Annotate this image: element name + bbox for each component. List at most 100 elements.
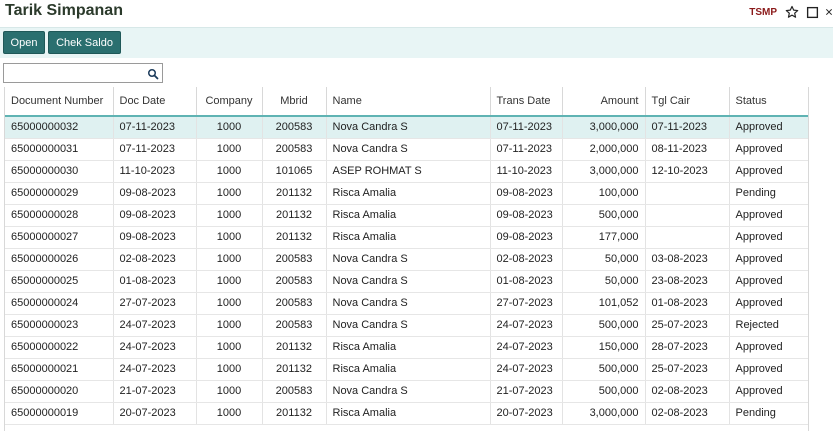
cell-doc-date: 07-11-2023 [113, 116, 197, 139]
cell-name: Risca Amalia [326, 226, 491, 249]
cell-doc-date: 02-08-2023 [113, 248, 197, 271]
table-row[interactable]: 65000000020 21-07-2023 1000 200583 Nova Cand… [5, 380, 808, 403]
cell-mbrid: 101065 [262, 160, 327, 183]
cell-trans-date: 20-07-2023 [490, 402, 563, 425]
cell-company: 1000 [196, 116, 263, 139]
cell-company: 1000 [196, 314, 263, 337]
cell-name: Risca Amalia [326, 358, 491, 381]
cell-document-number: 65000000030 [5, 160, 114, 183]
cell-tgl-cair: 23-08-2023 [645, 270, 730, 293]
cell-company: 1000 [196, 270, 263, 293]
cell-name: Nova Candra S [326, 314, 491, 337]
table-row[interactable]: 65000000019 20-07-2023 1000 201132 Risca Ama… [5, 402, 808, 425]
cell-trans-date: 01-08-2023 [490, 270, 563, 293]
cell-status: Approved [729, 226, 808, 249]
cell-name: Nova Candra S [326, 270, 491, 293]
cell-mbrid: 201132 [262, 226, 327, 249]
cell-status: Approved [729, 380, 808, 403]
cell-name: Risca Amalia [326, 336, 491, 359]
cell-tgl-cair: 12-10-2023 [645, 160, 730, 183]
search-icon[interactable] [147, 67, 159, 80]
column-header-amount[interactable]: Amount [562, 87, 646, 117]
table-row[interactable]: 65000000032 07-11-2023 1000 200583 Nova Cand… [5, 116, 808, 139]
cell-mbrid: 201132 [262, 204, 327, 227]
cell-mbrid: 200583 [262, 270, 327, 293]
chek-saldo-button[interactable]: Chek Saldo [48, 31, 121, 54]
column-header-mbrid[interactable]: Mbrid [262, 87, 327, 117]
column-header-document-number[interactable]: Document Number [5, 87, 114, 117]
cell-company: 1000 [196, 358, 263, 381]
column-header-name[interactable]: Name [326, 87, 491, 117]
cell-tgl-cair: 28-07-2023 [645, 336, 730, 359]
cell-amount: 500,000 [562, 204, 646, 227]
cell-doc-date: 09-08-2023 [113, 226, 197, 249]
cell-amount: 500,000 [562, 314, 646, 337]
star-icon[interactable] [785, 5, 799, 19]
column-header-status[interactable]: Status [729, 87, 808, 117]
cell-company: 1000 [196, 182, 263, 205]
table-row[interactable]: 65000000027 09-08-2023 1000 201132 Risca Ama… [5, 226, 808, 249]
cell-status: Approved [729, 358, 808, 381]
cell-tgl-cair: 25-07-2023 [645, 314, 730, 337]
page-header: Tarik Simpanan TSMP [0, 0, 833, 27]
cell-tgl-cair: 02-08-2023 [645, 380, 730, 403]
cell-trans-date: 09-08-2023 [490, 226, 563, 249]
cell-amount: 50,000 [562, 248, 646, 271]
cell-doc-date: 01-08-2023 [113, 270, 197, 293]
table-row[interactable]: 65000000031 07-11-2023 1000 200583 Nova Cand… [5, 138, 808, 161]
search-input[interactable] [6, 65, 144, 81]
column-header-company[interactable]: Company [196, 87, 263, 117]
cell-document-number: 65000000023 [5, 314, 114, 337]
table-row[interactable]: 65000000025 01-08-2023 1000 200583 Nova Cand… [5, 270, 808, 293]
search-box [3, 63, 163, 83]
table-row[interactable]: 65000000024 27-07-2023 1000 200583 Nova Cand… [5, 292, 808, 315]
table-row[interactable]: 65000000023 24-07-2023 1000 200583 Nova Cand… [5, 314, 808, 337]
cell-name: Risca Amalia [326, 204, 491, 227]
cell-amount: 3,000,000 [562, 402, 646, 425]
cell-doc-date: 27-07-2023 [113, 292, 197, 315]
close-icon[interactable] [825, 5, 833, 19]
cell-tgl-cair [645, 182, 730, 205]
cell-amount: 2,000,000 [562, 138, 646, 161]
cell-name: Risca Amalia [326, 182, 491, 205]
maximize-icon[interactable] [805, 5, 819, 19]
column-header-tgl-cair[interactable]: Tgl Cair [645, 87, 730, 117]
table-row[interactable]: 65000000021 24-07-2023 1000 201132 Risca Ama… [5, 358, 808, 381]
table-row[interactable]: 65000000026 02-08-2023 1000 200583 Nova Cand… [5, 248, 808, 271]
column-header-doc-date[interactable]: Doc Date [113, 87, 197, 117]
cell-mbrid: 200583 [262, 314, 327, 337]
cell-amount: 177,000 [562, 226, 646, 249]
table-row[interactable]: 65000000030 11-10-2023 1000 101065 ASEP ROHM… [5, 160, 808, 183]
cell-amount: 150,000 [562, 336, 646, 359]
cell-tgl-cair: 02-08-2023 [645, 402, 730, 425]
cell-document-number: 65000000032 [5, 116, 114, 139]
cell-trans-date: 21-07-2023 [490, 380, 563, 403]
cell-trans-date: 07-11-2023 [490, 138, 563, 161]
cell-doc-date: 07-11-2023 [113, 138, 197, 161]
cell-document-number: 65000000020 [5, 380, 114, 403]
open-button[interactable]: Open [3, 31, 45, 54]
cell-tgl-cair: 07-11-2023 [645, 116, 730, 139]
cell-name: Nova Candra S [326, 116, 491, 139]
table-row[interactable]: 65000000029 09-08-2023 1000 201132 Risca Ama… [5, 182, 808, 205]
cell-mbrid: 201132 [262, 402, 327, 425]
cell-doc-date: 21-07-2023 [113, 380, 197, 403]
cell-company: 1000 [196, 292, 263, 315]
header-actions: TSMP [749, 5, 833, 19]
cell-tgl-cair [645, 226, 730, 249]
cell-amount: 100,000 [562, 182, 646, 205]
cell-mbrid: 200583 [262, 380, 327, 403]
cell-tgl-cair: 08-11-2023 [645, 138, 730, 161]
cell-document-number: 65000000026 [5, 248, 114, 271]
table-row[interactable]: 65000000028 09-08-2023 1000 201132 Risca Ama… [5, 204, 808, 227]
cell-company: 1000 [196, 226, 263, 249]
cell-company: 1000 [196, 204, 263, 227]
cell-doc-date: 09-08-2023 [113, 204, 197, 227]
cell-name: ASEP ROHMAT S [326, 160, 491, 183]
table-body: 65000000032 07-11-2023 1000 200583 Nova Cand… [5, 116, 808, 425]
cell-amount: 3,000,000 [562, 116, 646, 139]
table-row[interactable]: 65000000022 24-07-2023 1000 201132 Risca Ama… [5, 336, 808, 359]
column-header-trans-date[interactable]: Trans Date [490, 87, 563, 117]
cell-amount: 500,000 [562, 380, 646, 403]
cell-document-number: 65000000028 [5, 204, 114, 227]
